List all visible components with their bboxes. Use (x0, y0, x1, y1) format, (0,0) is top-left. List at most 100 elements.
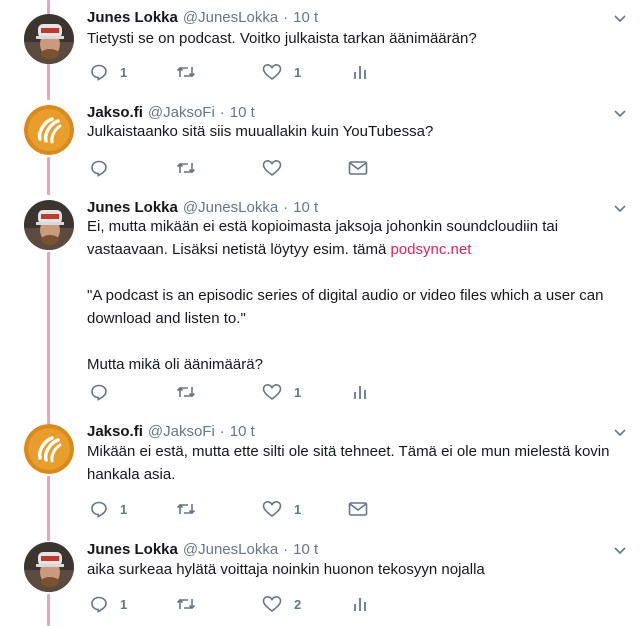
author-handle[interactable]: @JunesLokka (183, 8, 278, 28)
podsync-link[interactable]: podsync.net (390, 241, 471, 258)
thread-connector (47, 252, 50, 424)
like-button[interactable]: 1 (262, 62, 301, 82)
mail-icon (348, 160, 368, 176)
tweet-text: Julkaistaanko sitä siis muuallakin kuin … (87, 120, 627, 143)
timestamp[interactable]: 10 t (293, 8, 318, 28)
tweet-text: aika surkeaa hylätä voittaja noinkin huo… (87, 558, 627, 581)
text-span: vastaavaan. Lisäksi netistä löytyy esim.… (87, 241, 391, 258)
retweet-icon (176, 383, 196, 401)
tweet-text: Tietysti se on podcast. Voitko julkaista… (87, 27, 627, 50)
reply-count: 1 (120, 64, 128, 80)
heart-icon (262, 383, 282, 401)
analytics-icon (352, 383, 368, 401)
author-name[interactable]: Junes Lokka (87, 540, 178, 560)
reply-count: 1 (120, 596, 128, 612)
avatar[interactable] (24, 105, 74, 155)
thread-connector (47, 0, 50, 14)
tweet-actions: 1 1 (90, 62, 490, 82)
reply-icon (90, 383, 108, 401)
reply-button[interactable] (90, 158, 120, 178)
author-handle[interactable]: @JunesLokka (183, 540, 278, 560)
retweet-button[interactable] (176, 158, 208, 178)
thread-connector (47, 62, 50, 100)
retweet-icon (176, 63, 196, 81)
tweet-header: Junes Lokka @JunesLokka · 10 t (87, 540, 318, 560)
text-line: "A podcast is an episodic series of digi… (87, 287, 604, 304)
reply-icon (90, 595, 108, 613)
text-line: Julkaistaanko sitä siis muuallakin kuin … (87, 123, 434, 140)
like-button[interactable]: 2 (262, 594, 301, 614)
chevron-down-icon[interactable] (612, 426, 628, 438)
tweet-actions: 1 1 (90, 499, 490, 519)
tweet-actions: 1 2 (90, 594, 490, 614)
mail-icon (348, 501, 368, 517)
retweet-icon (176, 500, 196, 518)
avatar[interactable] (24, 200, 74, 250)
tweet-header: Jakso.fi @JaksoFi · 10 t (87, 422, 255, 442)
like-count: 1 (294, 384, 302, 400)
tweet-actions (90, 158, 490, 178)
text-line: download and listen to." (87, 310, 246, 327)
analytics-icon (352, 595, 368, 613)
thread-connector (47, 594, 50, 626)
separator-dot: · (283, 541, 289, 558)
retweet-icon (176, 159, 196, 177)
timestamp[interactable]: 10 t (293, 540, 318, 560)
reply-count: 1 (120, 501, 128, 517)
like-button[interactable]: 1 (262, 499, 301, 519)
avatar[interactable] (24, 424, 74, 474)
like-count: 1 (294, 501, 302, 517)
thread-connector (47, 476, 50, 541)
chevron-down-icon[interactable] (612, 202, 628, 214)
retweet-button[interactable] (176, 594, 208, 614)
avatar[interactable] (24, 14, 74, 64)
chevron-down-icon[interactable] (612, 107, 628, 119)
text-line: hankala asia. (87, 466, 176, 483)
retweet-button[interactable] (176, 499, 208, 519)
heart-icon (262, 159, 282, 177)
text-line: aika surkeaa hylätä voittaja noinkin huo… (87, 561, 485, 578)
author-name[interactable]: Jakso.fi (87, 422, 143, 442)
text-line: Mikään ei estä, mutta ette silti ole sit… (87, 443, 610, 460)
text-line: Ei, mutta mikään ei estä kopioimasta jak… (87, 218, 559, 235)
reply-icon (90, 500, 108, 518)
thread-connector (47, 157, 50, 195)
like-count: 1 (294, 64, 302, 80)
analytics-button[interactable] (352, 382, 368, 402)
retweet-icon (176, 595, 196, 613)
timestamp[interactable]: 10 t (230, 422, 255, 442)
avatar[interactable] (24, 542, 74, 592)
author-handle[interactable]: @JaksoFi (148, 422, 215, 442)
like-count: 2 (294, 596, 302, 612)
tweet-header: Junes Lokka @JunesLokka · 10 t (87, 8, 318, 28)
text-line: Tietysti se on podcast. Voitko julkaista… (87, 30, 477, 47)
analytics-button[interactable] (352, 594, 368, 614)
retweet-button[interactable] (176, 62, 208, 82)
author-name[interactable]: Junes Lokka (87, 8, 178, 28)
reply-button[interactable]: 1 (90, 594, 127, 614)
heart-icon (262, 63, 282, 81)
separator-dot: · (219, 423, 225, 440)
reply-button[interactable] (90, 382, 120, 402)
reply-icon (90, 159, 108, 177)
like-button[interactable]: 1 (262, 382, 301, 402)
chevron-down-icon[interactable] (612, 12, 628, 24)
separator-dot: · (283, 9, 289, 26)
tweet-actions: 1 (90, 382, 490, 402)
direct-message-button[interactable] (348, 158, 368, 178)
tweet-text: Ei, mutta mikään ei estä kopioimasta jak… (87, 215, 627, 376)
reply-button[interactable]: 1 (90, 499, 127, 519)
direct-message-button[interactable] (348, 499, 368, 519)
reply-icon (90, 63, 108, 81)
chevron-down-icon[interactable] (612, 544, 628, 556)
analytics-button[interactable] (352, 62, 368, 82)
like-button[interactable] (262, 158, 294, 178)
heart-icon (262, 500, 282, 518)
reply-button[interactable]: 1 (90, 62, 127, 82)
heart-icon (262, 595, 282, 613)
retweet-button[interactable] (176, 382, 208, 402)
analytics-icon (352, 63, 368, 81)
text-line: vastaavaan. Lisäksi netistä löytyy esim.… (87, 238, 627, 261)
